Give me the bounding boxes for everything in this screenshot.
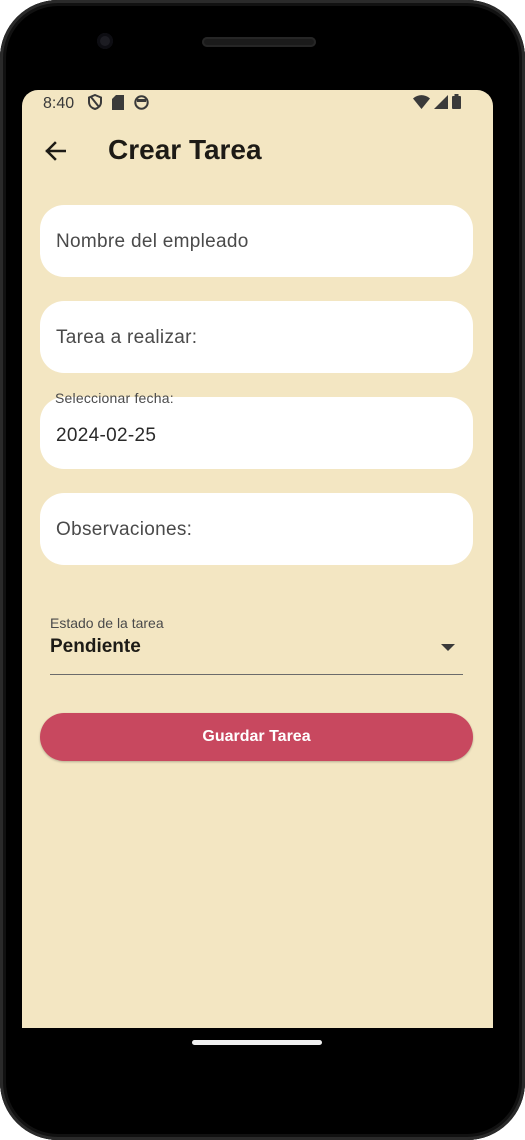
sd-card-icon [112,94,124,110]
employee-name-placeholder: Nombre del empleado [56,231,249,252]
task-field[interactable]: Tarea a realizar: [40,301,473,373]
employee-name-field[interactable]: Nombre del empleado [40,205,473,277]
observations-placeholder: Observaciones: [56,519,193,540]
dropdown-arrow-icon [441,644,455,651]
task-placeholder: Tarea a realizar: [56,327,198,348]
front-camera [97,33,113,49]
earpiece-speaker [202,37,316,47]
status-dropdown[interactable]: Estado de la tarea Pendiente [50,610,463,676]
page-title: Crear Tarea [108,134,262,165]
status-time: 8:40 [43,95,75,112]
arrow-back-icon [45,141,66,161]
shield-icon [88,94,102,110]
app-screen: 8:40 Crear Tarea Nombre del empleado Tar… [22,90,493,1028]
status-dropdown-value: Pendiente [50,636,141,657]
app-bar: Crear Tarea [22,120,493,184]
status-right-icons [413,94,461,109]
face-icon [134,94,149,110]
wifi-icon [413,94,430,109]
back-button[interactable] [38,134,72,168]
date-value: 2024-02-25 [56,425,157,446]
save-task-button[interactable]: Guardar Tarea [40,713,473,761]
date-field[interactable]: 2024-02-25 [40,397,473,469]
status-dropdown-label: Estado de la tarea [50,615,164,631]
phone-frame: 8:40 Crear Tarea Nombre del empleado Tar… [0,0,525,1140]
dropdown-underline [50,674,463,675]
home-indicator[interactable] [192,1040,322,1045]
signal-icon [434,94,448,109]
battery-icon [452,94,461,109]
status-left-icons [88,94,149,110]
observations-field[interactable]: Observaciones: [40,493,473,565]
status-bar: 8:40 [22,90,493,118]
date-field-label: Seleccionar fecha: [55,390,174,406]
